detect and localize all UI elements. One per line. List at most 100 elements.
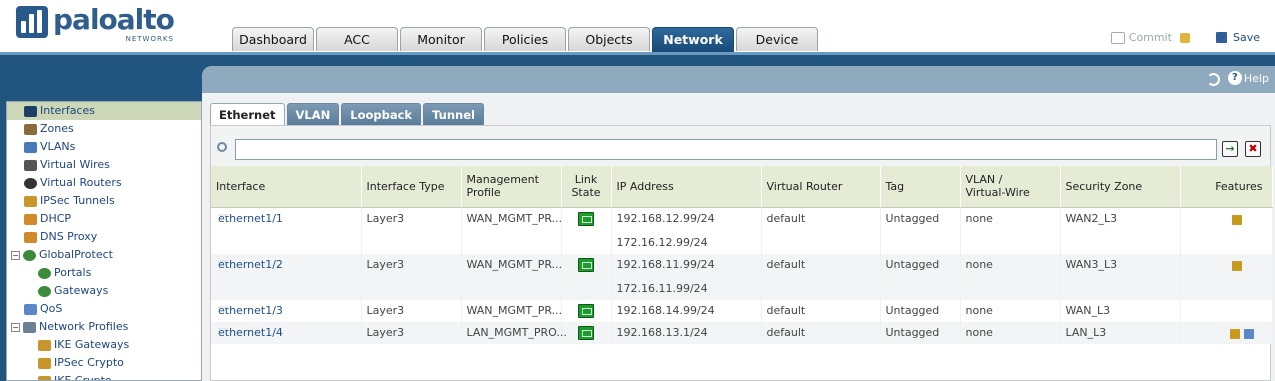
management-profile: WAN_MGMT_PR... [466,303,563,317]
dhcp-icon [24,213,37,225]
help-button[interactable]: ? Help [1227,71,1269,85]
table-row[interactable]: ethernet1/3 Layer3 WAN_MGMT_PR... 192.16… [211,299,1273,322]
col-tag[interactable]: Tag [880,166,961,208]
tab-loopback[interactable]: Loopback [341,103,422,125]
vlan-virtual-wire: none [965,325,993,339]
collapse-toggle[interactable]: − [11,250,20,260]
vlans-icon [24,141,37,153]
virtual-router: default [766,303,806,317]
filter-bar: → ✖ [211,126,1270,166]
ip-address: 192.168.13.1/24 [616,325,708,339]
sidebar-item-qos[interactable]: QoS [7,300,201,318]
globalprotect-icon [23,249,36,261]
portals-icon [38,267,51,279]
sidebar-item-dhcp[interactable]: DHCP [7,210,201,228]
col-security-zone[interactable]: Security Zone [1060,166,1181,208]
ip-address: 172.16.12.99/24 [616,235,708,249]
table-row[interactable]: ethernet1/1 Layer3 WAN_MGMT_PR... 192.16… [211,207,1273,254]
ipsec-crypto-icon [38,357,51,369]
tab-device[interactable]: Device [736,27,818,51]
brand-name: paloalto [53,3,175,36]
col-vlan-virtual-wire[interactable]: VLAN / Virtual-Wire [960,166,1061,208]
link-up-icon [578,303,594,318]
interface-link[interactable]: ethernet1/1 [216,208,356,230]
sidebar-item-vlans[interactable]: VLANs [7,138,201,156]
tab-monitor[interactable]: Monitor [400,27,482,51]
ike-crypto-icon [38,375,51,380]
clear-filter-button[interactable]: ✖ [1245,141,1261,157]
tag: Untagged [885,211,940,225]
panel-header: ? Help [202,66,1275,93]
col-management-profile[interactable]: Management Profile [461,166,562,208]
zones-icon [24,123,37,135]
virtual-router: default [766,325,806,339]
sidebar-item-gateways[interactable]: Gateways [7,282,201,300]
sidebar-item-virtual-routers[interactable]: Virtual Routers [7,174,201,192]
help-label: Help [1243,71,1269,85]
commit-button[interactable]: Commit [1110,31,1190,44]
link-up-icon [578,325,594,340]
virtual-routers-icon [24,177,37,189]
interface-link[interactable]: ethernet1/2 [216,254,356,276]
sidebar-item-ike-gateways[interactable]: IKE Gateways [7,336,201,354]
search-icon [217,142,227,152]
save-label: Save [1232,31,1260,44]
filter-input[interactable] [235,139,1217,160]
tab-dashboard[interactable]: Dashboard [232,27,314,51]
link-up-icon [578,211,594,226]
tab-vlan[interactable]: VLAN [286,103,340,125]
brand-sub: NETWORKS [125,35,174,43]
sidebar-item-virtual-wires[interactable]: Virtual Wires [7,156,201,174]
col-interface[interactable]: Interface [211,166,362,208]
paloalto-logo: paloalto NETWORKS [16,3,175,43]
tag: Untagged [885,303,940,317]
tab-ethernet[interactable]: Ethernet [210,103,285,125]
lock-icon[interactable] [1179,32,1190,43]
commit-label: Commit [1128,31,1172,44]
tab-objects[interactable]: Objects [568,27,650,51]
table-row[interactable]: ethernet1/4 Layer3 LAN_MGMT_PRO... 192.1… [211,321,1273,344]
tab-network[interactable]: Network [652,27,734,52]
collapse-toggle[interactable]: − [11,322,20,332]
ipsec-tunnels-icon [24,195,37,207]
header-actions: Commit Save [1110,31,1275,44]
ike-gateways-icon [38,339,51,351]
tab-tunnel[interactable]: Tunnel [423,103,484,125]
sidebar-item-interfaces[interactable]: Interfaces [7,102,201,120]
sidebar-item-zones[interactable]: Zones [7,120,201,138]
table-row[interactable]: ethernet1/2 Layer3 WAN_MGMT_PR... 192.16… [211,253,1273,300]
sidebar-item-ipsec-tunnels[interactable]: IPSec Tunnels [7,192,201,210]
security-zone: WAN_L3 [1065,303,1111,317]
tab-policies[interactable]: Policies [484,27,566,51]
col-features[interactable]: Features [1180,166,1273,208]
dhcp-icon [1229,328,1240,339]
col-virtual-router[interactable]: Virtual Router [761,166,881,208]
interface-link[interactable]: ethernet1/3 [216,300,356,322]
refresh-icon[interactable] [1207,73,1220,86]
help-icon: ? [1227,71,1242,85]
app-header: paloalto NETWORKS Dashboard ACC Monitor … [0,0,1275,52]
qos-icon [1243,328,1254,339]
security-zone: LAN_L3 [1065,325,1107,339]
sidebar-item-ipsec-crypto[interactable]: IPSec Crypto [7,354,201,372]
sidebar-item-dns-proxy[interactable]: DNS Proxy [7,228,201,246]
col-interface-type[interactable]: Interface Type [361,166,462,208]
tab-acc[interactable]: ACC [316,27,398,51]
interface-type: Layer3 [366,325,405,339]
commit-icon [1110,31,1125,44]
sidebar-item-portals[interactable]: Portals [7,264,201,282]
col-ip-address[interactable]: IP Address [611,166,762,208]
interface-type: Layer3 [366,257,405,271]
apply-filter-button[interactable]: → [1222,141,1238,157]
sub-tabs: Ethernet VLAN Loopback Tunnel [210,103,486,125]
interface-link[interactable]: ethernet1/4 [216,322,356,344]
management-profile: LAN_MGMT_PRO... [466,325,567,339]
sidebar-item-network-profiles[interactable]: − Network Profiles [7,318,201,336]
col-link-state[interactable]: Link State [561,166,612,208]
interface-type: Layer3 [366,211,405,225]
interface-type: Layer3 [366,303,405,317]
save-button[interactable]: Save [1215,31,1260,44]
sidebar-item-ike-crypto[interactable]: IKE Crypto [7,372,201,380]
ip-address: 192.168.14.99/24 [616,303,715,317]
sidebar-item-globalprotect[interactable]: − GlobalProtect [7,246,201,264]
